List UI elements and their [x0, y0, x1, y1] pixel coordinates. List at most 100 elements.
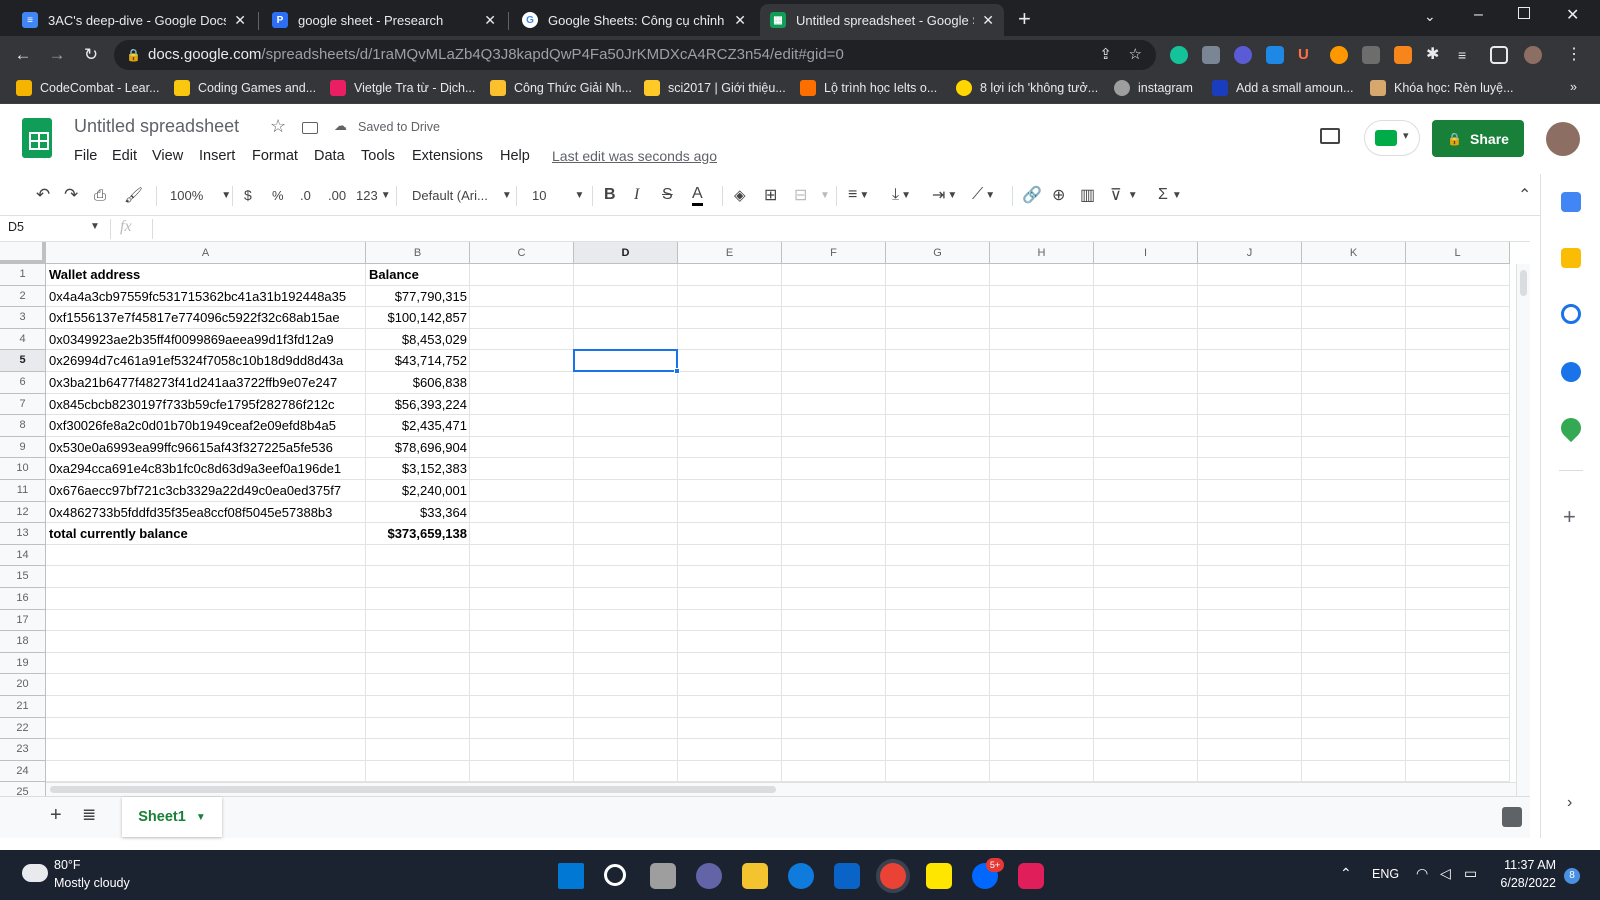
keep-icon[interactable]	[1561, 248, 1581, 268]
calendar-icon[interactable]	[1561, 192, 1581, 212]
contacts-icon[interactable]	[1561, 362, 1581, 382]
print-icon[interactable]: ⎙	[94, 184, 106, 206]
vertical-scrollbar[interactable]	[1516, 264, 1530, 796]
decrease-decimal-button[interactable]: .0	[300, 184, 311, 206]
bookmark[interactable]: CodeCombat - Lear...	[16, 80, 160, 96]
more-bookmarks-icon[interactable]: »	[1570, 80, 1577, 94]
cell-b4[interactable]: $8,453,029	[366, 329, 470, 351]
profile-avatar[interactable]	[1524, 46, 1542, 64]
edge-icon[interactable]	[788, 863, 814, 889]
spreadsheet-grid[interactable]: ABCDEFGHIJKL 1 2 3 4 5 6 7 8 9 10 11 12 13 14 15 16 17 18…	[0, 242, 1530, 796]
row-header-21[interactable]: 21	[0, 696, 46, 718]
bookmark[interactable]: Lộ trình học Ielts o...	[800, 80, 937, 96]
row-header-25[interactable]: 25	[0, 782, 46, 796]
chevron-down-icon[interactable]: ▼	[820, 184, 830, 206]
cell-b7[interactable]: $56,393,224	[366, 394, 470, 416]
share-page-icon[interactable]: ⇪	[1099, 40, 1112, 70]
dropbox-icon[interactable]	[1202, 46, 1220, 64]
row-header-19[interactable]: 19	[0, 652, 46, 675]
cell-b12[interactable]: $33,364	[366, 502, 470, 524]
row-header-17[interactable]: 17	[0, 609, 46, 632]
filter-icon[interactable]: ⊽ ▼	[1110, 184, 1138, 206]
cell-a6[interactable]: 0x3ba21b6477f48273f41d241aa3722ffb9e07e2…	[46, 372, 366, 394]
menu-format[interactable]: Format	[252, 148, 298, 164]
extension-icon[interactable]	[1234, 46, 1252, 64]
row-header-18[interactable]: 18	[0, 631, 46, 653]
add-sheet-icon[interactable]: +	[50, 804, 62, 827]
row-header-20[interactable]: 20	[0, 674, 46, 696]
paint-format-icon[interactable]: 🖌	[124, 184, 143, 206]
row-header-12[interactable]: 12	[0, 501, 46, 524]
insert-comment-icon[interactable]: ⊕	[1052, 184, 1065, 206]
row-header-22[interactable]: 22	[0, 717, 46, 740]
row-header-2[interactable]: 2	[0, 285, 46, 308]
extension-icon[interactable]	[1362, 46, 1380, 64]
bookmark[interactable]: 8 lợi ích 'không tưở...	[956, 80, 1098, 96]
temperature[interactable]: 80°F	[54, 858, 81, 872]
menu-insert[interactable]: Insert	[199, 148, 235, 164]
column-header-i[interactable]: I	[1094, 242, 1198, 264]
star-icon[interactable]: ☆	[1129, 40, 1142, 70]
chevron-down-icon[interactable]: ▼	[90, 221, 100, 232]
cell-a5[interactable]: 0x26994d7c461a91ef5324f7058c10b18d9dd8d4…	[46, 350, 366, 372]
formula-input[interactable]	[160, 218, 1520, 240]
row-header-13[interactable]: 13	[0, 523, 46, 545]
column-header-l[interactable]: L	[1406, 242, 1510, 264]
row-header-4[interactable]: 4	[0, 328, 46, 351]
row-header-14[interactable]: 14	[0, 544, 46, 567]
url-input[interactable]: 🔒 docs.google.com/spreadsheets/d/1raMQvM…	[114, 40, 1156, 70]
document-title[interactable]: Untitled spreadsheet	[74, 116, 239, 137]
zoom-select[interactable]: 100% ▼	[170, 184, 231, 206]
volume-icon[interactable]: ◁	[1440, 865, 1451, 882]
row-header-9[interactable]: 9	[0, 436, 46, 459]
reload-icon[interactable]: ↻	[80, 44, 102, 66]
maps-icon[interactable]	[1556, 413, 1586, 443]
cell-a13[interactable]: total currently balance	[46, 523, 366, 545]
media-icon[interactable]: ≡	[1458, 46, 1476, 64]
cell-b9[interactable]: $78,696,904	[366, 437, 470, 459]
insert-chart-icon[interactable]: ▥	[1080, 184, 1095, 206]
column-header-b[interactable]: B	[366, 242, 470, 264]
cell-a12[interactable]: 0x4862733b5fddfd35f35ea8ccf08f5045e57388…	[46, 502, 366, 524]
row-header-24[interactable]: 24	[0, 760, 46, 783]
row-header-3[interactable]: 3	[0, 307, 46, 329]
more-icon[interactable]: ⋮	[1566, 46, 1584, 64]
menu-help[interactable]: Help	[500, 148, 530, 164]
notification-count-badge[interactable]: 8	[1564, 868, 1580, 884]
slack-icon[interactable]	[1018, 863, 1044, 889]
menu-view[interactable]: View	[152, 148, 183, 164]
borders-icon[interactable]: ⊞	[764, 184, 777, 206]
vertical-scroll-thumb[interactable]	[1520, 270, 1527, 296]
row-header-23[interactable]: 23	[0, 739, 46, 761]
menu-file[interactable]: File	[74, 148, 97, 164]
minimize-icon[interactable]: –	[1474, 6, 1483, 24]
weather-status[interactable]: Mostly cloudy	[54, 876, 130, 890]
font-select[interactable]: Default (Ari... ▼	[412, 184, 512, 206]
italic-icon[interactable]: I	[634, 184, 639, 206]
cell-a2[interactable]: 0x4a4a3cb97559fc531715362bc41a31b192448a…	[46, 286, 366, 308]
chevron-down-icon[interactable]: ⌄	[1424, 8, 1436, 25]
star-icon[interactable]: ☆	[270, 116, 286, 137]
cell-a11[interactable]: 0x676aecc97bf721c3cb3329a22d49c0ea0ed375…	[46, 480, 366, 502]
column-header-k[interactable]: K	[1302, 242, 1406, 264]
sticky-notes-icon[interactable]	[926, 863, 952, 889]
cell-b13[interactable]: $373,659,138	[366, 523, 470, 545]
task-view-icon[interactable]	[650, 863, 676, 889]
forward-icon[interactable]: →	[46, 44, 68, 66]
column-header-g[interactable]: G	[886, 242, 990, 264]
horizontal-scrollbar[interactable]	[46, 782, 1516, 796]
horizontal-align-icon[interactable]: ≡ ▼	[848, 184, 869, 206]
cell-a4[interactable]: 0x0349923ae2b35ff4f0099869aeea99d1f3fd12…	[46, 329, 366, 351]
cell-b2[interactable]: $77,790,315	[366, 286, 470, 308]
chrome-icon[interactable]	[880, 863, 906, 889]
bookmark[interactable]: Coding Games and...	[174, 80, 316, 96]
column-header-a[interactable]: A	[46, 242, 366, 264]
column-header-d[interactable]: D	[574, 242, 678, 264]
column-header-h[interactable]: H	[990, 242, 1094, 264]
text-color-icon[interactable]: A	[692, 184, 703, 206]
selected-cell[interactable]	[573, 349, 678, 372]
wifi-icon[interactable]: ◠	[1416, 865, 1428, 882]
cell-b10[interactable]: $3,152,383	[366, 458, 470, 480]
bold-icon[interactable]: B	[604, 184, 616, 206]
bookmark[interactable]: Vietgle Tra từ - Dịch...	[330, 80, 475, 96]
